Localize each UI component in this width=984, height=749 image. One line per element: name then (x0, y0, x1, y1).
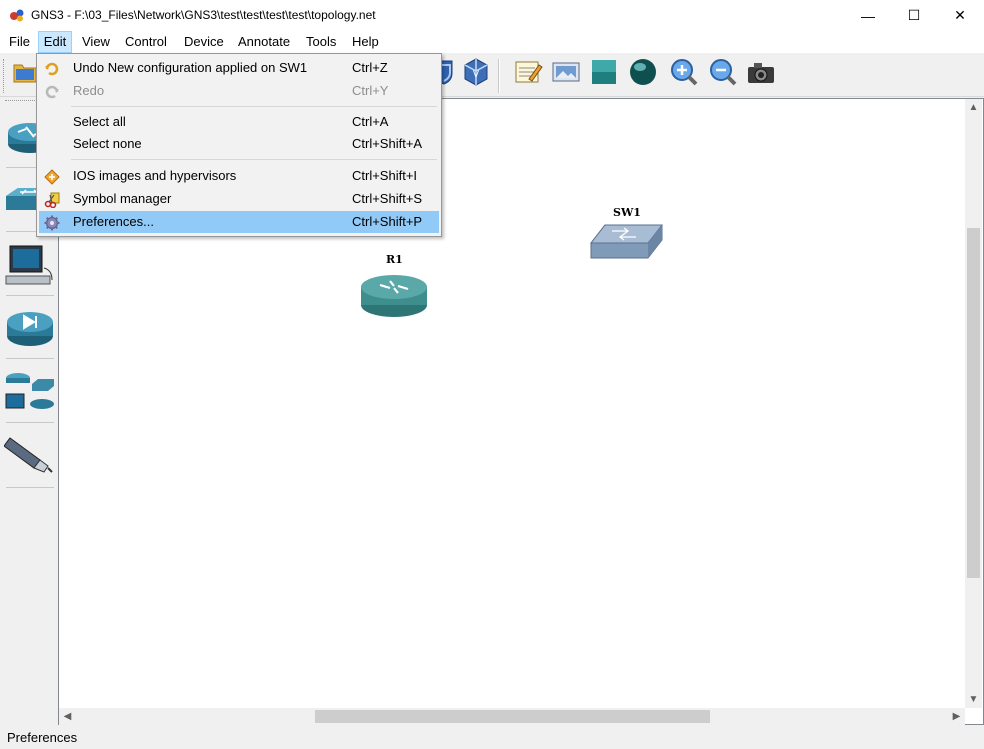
dock-separator (6, 358, 54, 359)
dock-separator (6, 295, 54, 296)
add-note-icon[interactable] (513, 57, 543, 87)
undo-icon (45, 62, 59, 76)
edit-menu-dropdown: Undo New configuration applied on SW1 Ct… (36, 53, 442, 237)
menu-file[interactable]: File (9, 31, 30, 53)
menu-view[interactable]: View (82, 31, 110, 53)
status-bar: Preferences (0, 725, 984, 749)
menu-control[interactable]: Control (125, 31, 167, 53)
zoom-in-icon[interactable] (669, 57, 699, 87)
switch-node-sw1[interactable] (590, 223, 663, 259)
scroll-left-icon[interactable]: ◀ (59, 708, 76, 725)
router-node-r1[interactable] (360, 271, 428, 318)
close-button[interactable]: ✕ (937, 0, 983, 31)
scroll-up-icon[interactable]: ▲ (965, 99, 982, 116)
toolbar-separator (498, 59, 500, 93)
scroll-right-icon[interactable]: ▶ (948, 708, 965, 725)
menu-help[interactable]: Help (352, 31, 379, 53)
menu-item-select-all[interactable]: Select all Ctrl+A (39, 111, 439, 133)
security-device-icon[interactable] (4, 300, 56, 356)
menu-item-redo[interactable]: Redo Ctrl+Y (39, 80, 439, 102)
menu-item-symbol-manager[interactable]: Symbol manager Ctrl+Shift+S (39, 188, 439, 210)
preferences-gear-icon (44, 215, 60, 231)
redo-icon (45, 85, 59, 99)
scroll-down-icon[interactable]: ▼ (965, 691, 982, 708)
horizontal-scroll-thumb[interactable] (315, 710, 710, 723)
menu-item-undo[interactable]: Undo New configuration applied on SW1 Ct… (39, 57, 439, 79)
draw-ellipse-icon[interactable] (628, 57, 658, 87)
menu-device[interactable]: Device (184, 31, 224, 53)
screenshot-camera-icon[interactable] (746, 57, 776, 87)
title-bar: GNS3 - F:\03_Files\Network\GNS3\test\tes… (0, 0, 984, 31)
menu-item-preferences[interactable]: Preferences... Ctrl+Shift+P (39, 211, 439, 233)
maximize-button[interactable]: ☐ (891, 0, 937, 31)
status-text: Preferences (7, 730, 78, 745)
menu-annotate[interactable]: Annotate (238, 31, 290, 53)
toolbar-grip[interactable] (3, 59, 6, 93)
menu-item-ios-images[interactable]: IOS images and hypervisors Ctrl+Shift+I (39, 165, 439, 187)
end-device-icon[interactable] (4, 238, 56, 294)
svg-text:V: V (473, 70, 480, 80)
window-title: GNS3 - F:\03_Files\Network\GNS3\test\tes… (31, 8, 376, 22)
node-label-r1: R1 (386, 253, 403, 266)
all-devices-icon[interactable] (4, 362, 56, 418)
minimize-button[interactable]: — (845, 0, 891, 31)
menu-separator (71, 106, 437, 107)
menu-bar: File Edit View Control Device Annotate T… (0, 31, 984, 53)
menu-tools[interactable]: Tools (306, 31, 336, 53)
dock-separator (6, 422, 54, 423)
gns3-app-icon (10, 9, 24, 22)
menu-item-select-none[interactable]: Select none Ctrl+Shift+A (39, 133, 439, 155)
draw-rectangle-icon[interactable] (589, 57, 619, 87)
virtualbox-cube-icon[interactable]: V (461, 57, 491, 87)
zoom-out-icon[interactable] (708, 57, 738, 87)
ethernet-link-icon[interactable] (4, 428, 56, 484)
symbol-manager-icon (44, 192, 60, 208)
node-label-sw1: SW1 (613, 206, 641, 219)
menu-edit[interactable]: Edit (38, 31, 72, 53)
menu-separator (71, 159, 437, 160)
vertical-scroll-thumb[interactable] (967, 228, 980, 578)
dock-separator (6, 487, 54, 488)
insert-picture-icon[interactable] (551, 57, 581, 87)
ios-images-icon (44, 169, 60, 185)
